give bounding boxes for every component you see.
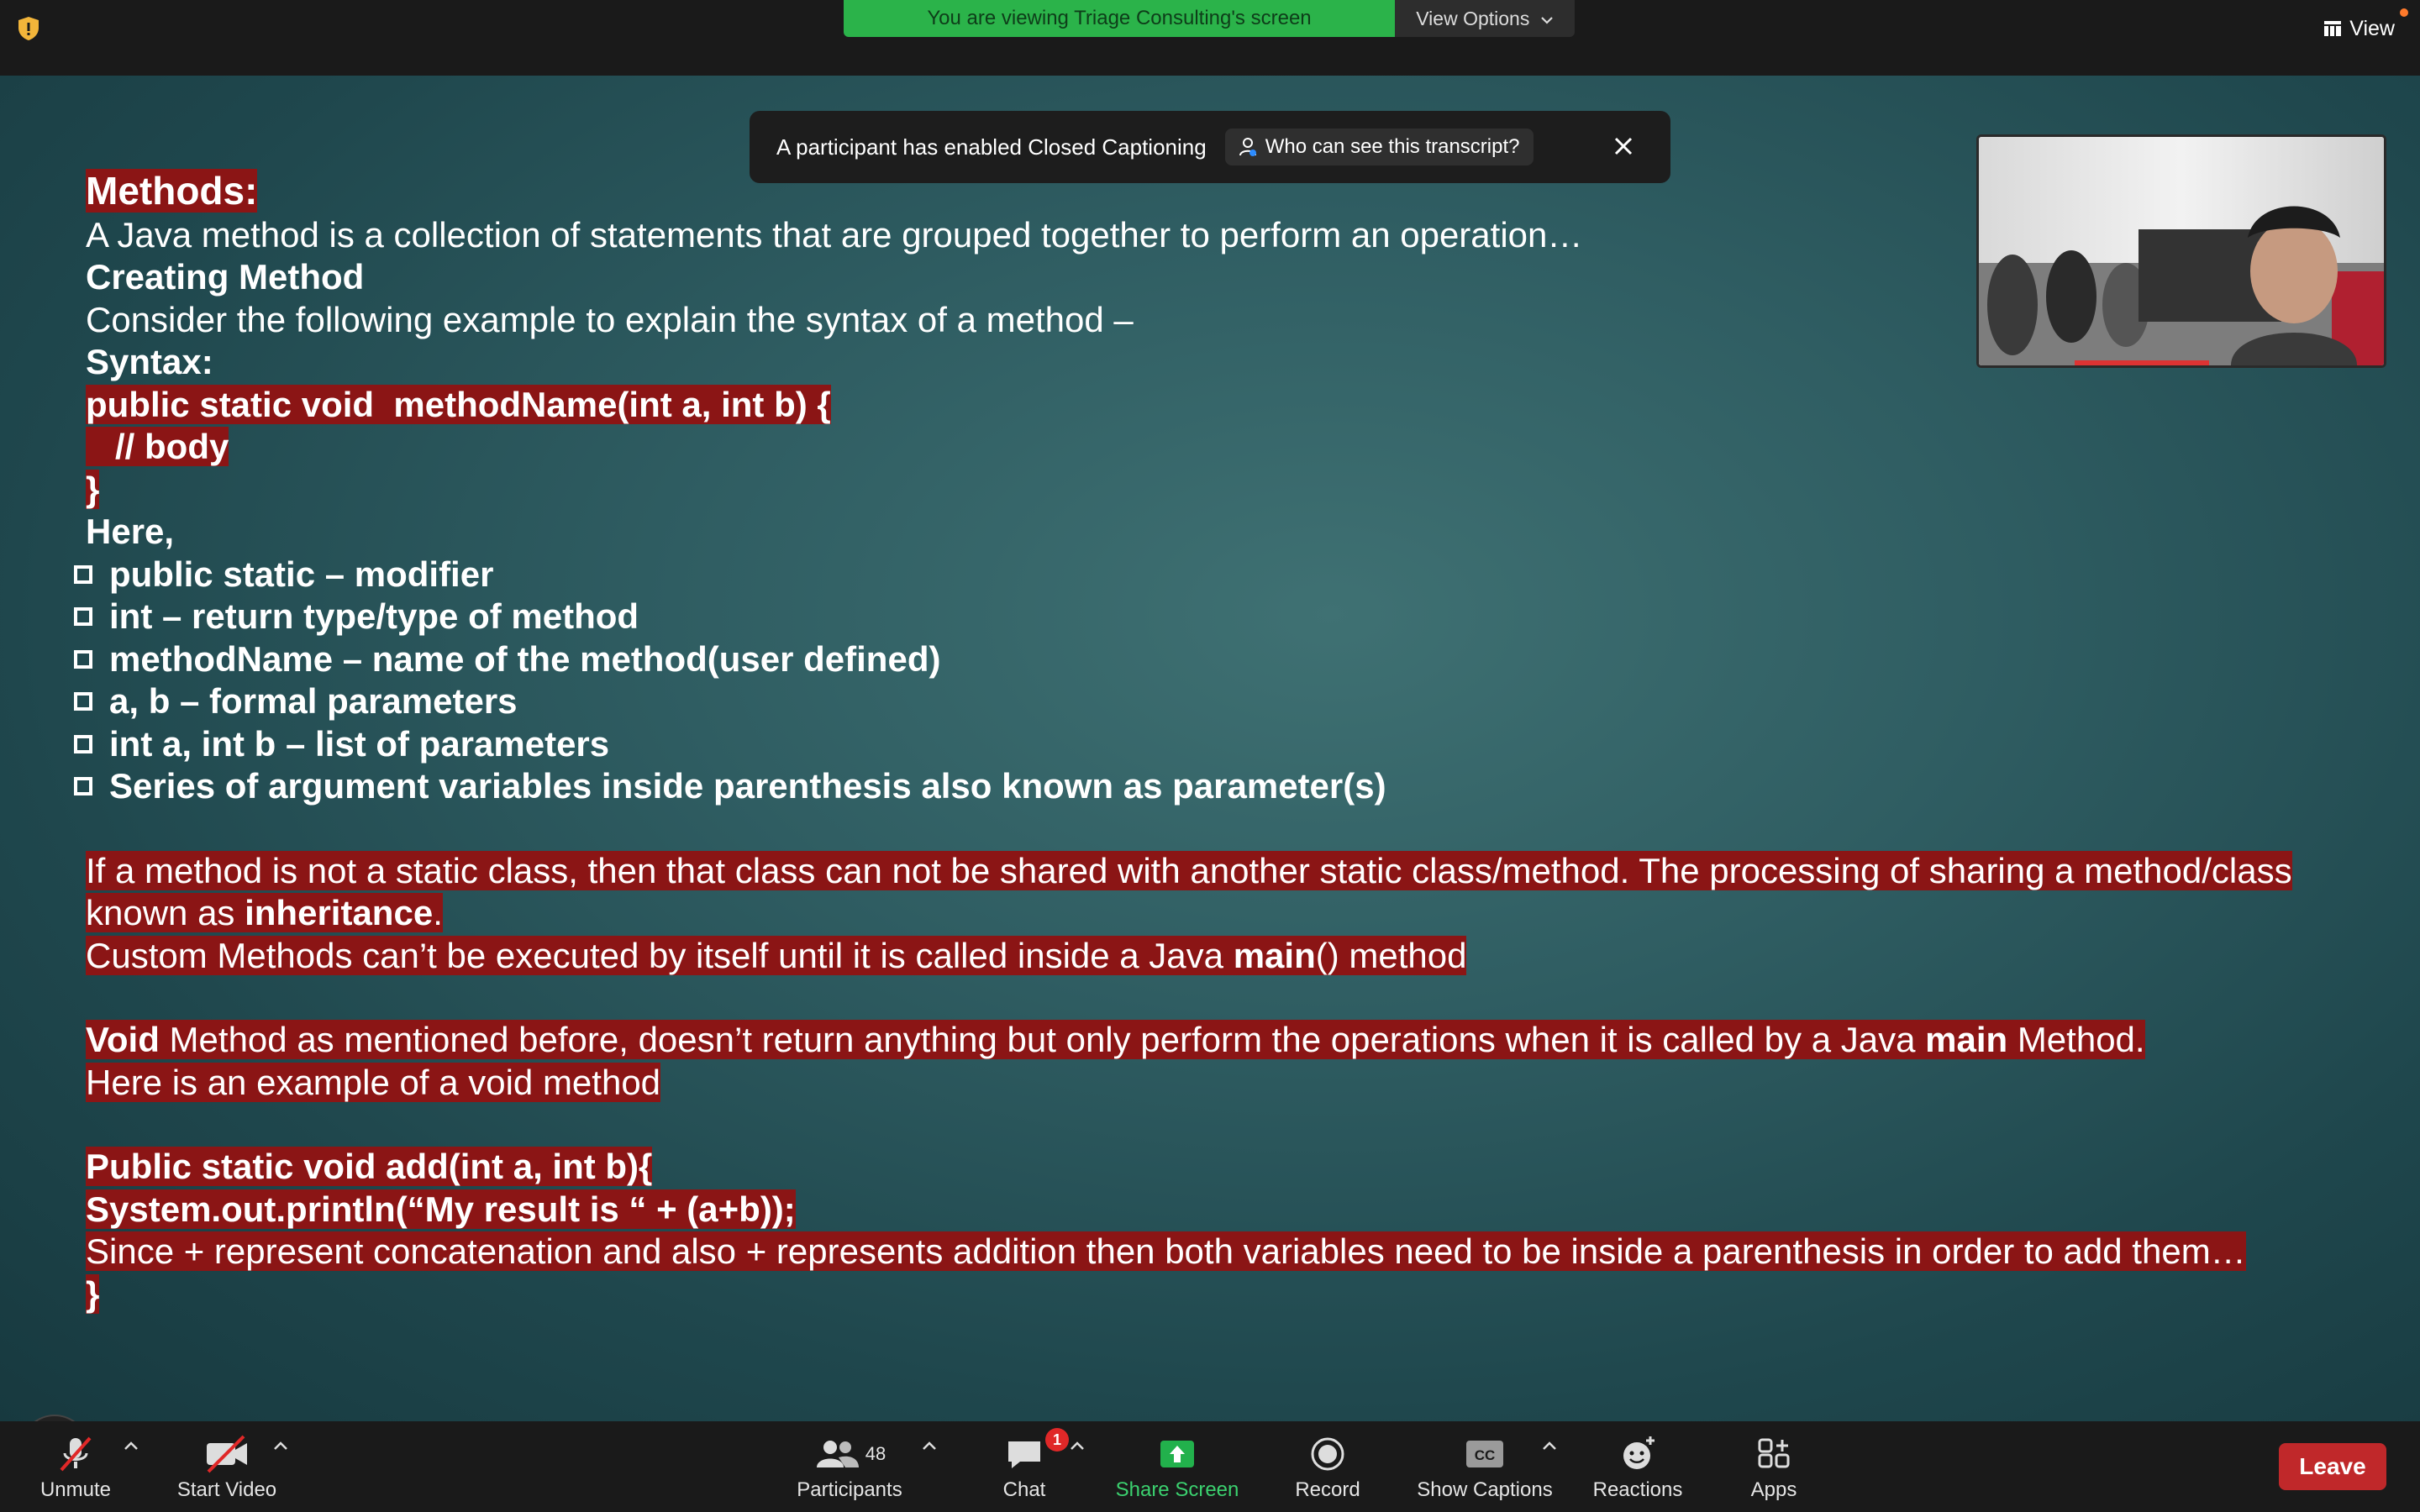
checkbox-bullet-icon bbox=[74, 564, 92, 584]
person-icon bbox=[1239, 138, 1256, 156]
grid-layout-icon bbox=[2324, 21, 2342, 36]
bullet-text: public static – modifier bbox=[109, 554, 494, 594]
show-captions-button[interactable]: CC Show Captions bbox=[1408, 1433, 1561, 1502]
chat-options-caret-icon[interactable] bbox=[1069, 1440, 1086, 1452]
p2-end: () method bbox=[1315, 935, 1467, 975]
list-item: methodName – name of the method(user def… bbox=[74, 638, 2396, 681]
p2-text: Custom Methods can’t be executed by itse… bbox=[86, 935, 1234, 975]
chat-button[interactable]: 1 Chat bbox=[985, 1428, 1069, 1502]
apps-icon bbox=[1758, 1438, 1790, 1468]
example-line-4: } bbox=[86, 1273, 100, 1314]
code-line-1: public static void methodName(int a, int… bbox=[86, 384, 831, 424]
view-layout-button[interactable]: View bbox=[2324, 12, 2395, 45]
meeting-toolbar: Unmute Start Video 48 Participants 1 Cha… bbox=[0, 1421, 2420, 1512]
p3-bold: Void bbox=[86, 1020, 160, 1059]
shared-slide: A participant has enabled Closed Caption… bbox=[0, 76, 2420, 1483]
share-screen-label: Share Screen bbox=[1115, 1478, 1239, 1501]
participants-label: Participants bbox=[797, 1478, 902, 1501]
muted-microphone-icon bbox=[60, 1436, 92, 1472]
top-bar: You are viewing Triage Consulting's scre… bbox=[0, 0, 2420, 76]
close-icon[interactable] bbox=[1610, 133, 1637, 160]
bullet-text: a, b – formal parameters bbox=[109, 681, 518, 721]
bullet-text: int – return type/type of method bbox=[109, 596, 639, 636]
p3-text: Method as mentioned before, doesn’t retu… bbox=[159, 1020, 1926, 1059]
view-options-label: View Options bbox=[1416, 8, 1530, 29]
participant-video-tile[interactable] bbox=[1976, 134, 2386, 368]
leave-button[interactable]: Leave bbox=[2279, 1443, 2386, 1490]
chevron-down-icon bbox=[1540, 17, 1553, 24]
bullet-text: int a, int b – list of parameters bbox=[109, 723, 610, 764]
list-item: int a, int b – list of parameters bbox=[74, 723, 2396, 766]
active-speaker-bar bbox=[2075, 360, 2209, 365]
bullet-text: methodName – name of the method(user def… bbox=[109, 638, 941, 679]
who-can-see-transcript-button[interactable]: Who can see this transcript? bbox=[1224, 129, 1534, 165]
record-label: Record bbox=[1295, 1478, 1360, 1501]
show-captions-label: Show Captions bbox=[1417, 1478, 1553, 1501]
paragraph-inheritance: If a method is not a static class, then … bbox=[86, 850, 2380, 935]
share-screen-icon bbox=[1160, 1441, 1194, 1467]
code-line-2: // body bbox=[86, 427, 229, 466]
who-can-see-label: Who can see this transcript? bbox=[1265, 135, 1520, 158]
viewing-screen-label: You are viewing Triage Consulting's scre… bbox=[844, 0, 1395, 37]
start-video-label: Start Video bbox=[176, 1478, 277, 1501]
unmute-label: Unmute bbox=[39, 1478, 112, 1501]
view-options-button[interactable]: View Options bbox=[1395, 0, 1575, 37]
view-label: View bbox=[2349, 16, 2395, 40]
unmute-button[interactable]: Unmute bbox=[34, 1433, 118, 1502]
checkbox-bullet-icon bbox=[74, 777, 92, 795]
record-icon bbox=[1311, 1437, 1344, 1471]
closed-captions-icon: CC bbox=[1466, 1441, 1503, 1467]
reactions-label: Reactions bbox=[1592, 1478, 1683, 1501]
chat-icon bbox=[1008, 1441, 1040, 1468]
bullet-text: Series of argument variables inside pare… bbox=[109, 766, 1386, 806]
captions-options-caret-icon[interactable] bbox=[1541, 1440, 1558, 1452]
p2-bold: main bbox=[1233, 935, 1316, 975]
p1-bold: inheritance bbox=[245, 893, 434, 932]
checkbox-bullet-icon bbox=[74, 692, 92, 711]
chat-badge: 1 bbox=[1045, 1428, 1069, 1452]
p1-end: . bbox=[433, 893, 443, 932]
code-line-3: } bbox=[86, 469, 100, 509]
closed-caption-notification: A participant has enabled Closed Caption… bbox=[750, 111, 1670, 183]
screen-share-banner: You are viewing Triage Consulting's scre… bbox=[844, 0, 1575, 37]
security-shield-icon[interactable] bbox=[15, 15, 42, 42]
example-line-2: System.out.println(“My result is “ + (a+… bbox=[86, 1189, 796, 1229]
list-item: public static – modifier bbox=[74, 554, 2396, 596]
here-label: Here, bbox=[86, 512, 175, 551]
reactions-icon bbox=[1623, 1436, 1655, 1469]
list-item: Series of argument variables inside pare… bbox=[74, 765, 2396, 808]
example-line-3: Since + represent concatenation and also… bbox=[86, 1231, 2246, 1271]
reactions-button[interactable]: Reactions bbox=[1586, 1433, 1689, 1502]
notification-dot bbox=[2400, 8, 2408, 17]
slide-title: Methods: bbox=[86, 169, 258, 213]
cc-icon-text: CC bbox=[1475, 1447, 1496, 1463]
list-item: int – return type/type of method bbox=[74, 596, 2396, 638]
audio-options-caret-icon[interactable] bbox=[123, 1440, 139, 1452]
video-options-caret-icon[interactable] bbox=[272, 1440, 289, 1452]
example-line-1: Public static void add(int a, int b){ bbox=[86, 1147, 653, 1186]
participant-video bbox=[1979, 137, 2384, 365]
cc-message: A participant has enabled Closed Caption… bbox=[776, 134, 1207, 160]
list-item: a, b – formal parameters bbox=[74, 680, 2396, 723]
start-video-button[interactable]: Start Video bbox=[168, 1433, 286, 1502]
participants-icon bbox=[816, 1441, 859, 1467]
chat-label: Chat bbox=[1002, 1478, 1046, 1501]
video-off-icon bbox=[207, 1435, 247, 1473]
apps-label: Apps bbox=[1750, 1478, 1797, 1501]
participants-options-caret-icon[interactable] bbox=[921, 1440, 938, 1452]
p3-bold-main: main bbox=[1925, 1020, 2008, 1059]
participant-count: 48 bbox=[865, 1443, 886, 1464]
participants-button[interactable]: 48 Participants bbox=[790, 1433, 909, 1502]
checkbox-bullet-icon bbox=[74, 649, 92, 669]
checkbox-bullet-icon bbox=[74, 607, 92, 626]
checkbox-bullet-icon bbox=[74, 734, 92, 753]
apps-button[interactable]: Apps bbox=[1739, 1433, 1808, 1502]
p4-text: Here is an example of a void method bbox=[86, 1062, 661, 1102]
share-screen-button[interactable]: Share Screen bbox=[1109, 1433, 1245, 1502]
record-button[interactable]: Record bbox=[1286, 1433, 1370, 1502]
p3-end: Method. bbox=[2007, 1020, 2145, 1059]
